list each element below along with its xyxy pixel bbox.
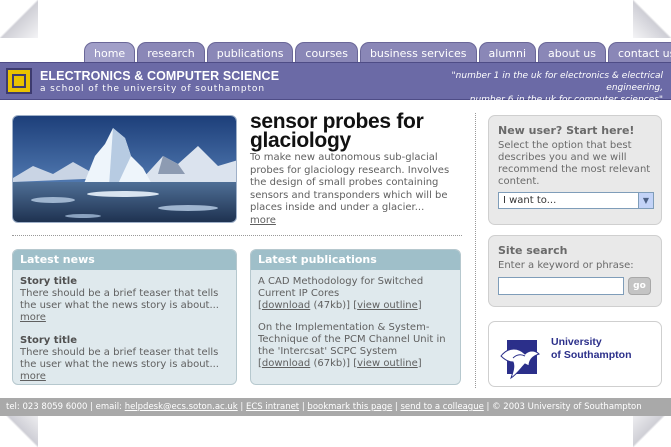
publication-outline-link[interactable]: view outline xyxy=(357,358,418,369)
chevron-down-icon[interactable]: ▼ xyxy=(638,193,653,208)
publication-title: A CAD Methodology for Switched Current I… xyxy=(258,276,424,299)
site-subtitle: a school of the university of southampto… xyxy=(40,84,265,94)
footer-copyright: © 2003 University of Southampton xyxy=(492,402,642,412)
search-go-button[interactable]: go xyxy=(628,277,651,295)
page-curl-top-right xyxy=(633,0,671,38)
latest-news-heading: Latest news xyxy=(13,250,236,270)
publication-outline-link[interactable]: view outline xyxy=(357,300,418,311)
main-nav: home research publications courses busin… xyxy=(84,42,671,63)
news-item-title[interactable]: Story title xyxy=(20,276,229,288)
footer-intranet-link[interactable]: ECS intranet xyxy=(246,402,299,412)
latest-publications-panel: Latest publications A CAD Methodology fo… xyxy=(250,249,461,385)
search-input[interactable] xyxy=(498,277,624,295)
site-header: ELECTRONICS & COMPUTER SCIENCE a school … xyxy=(0,62,671,105)
tab-contact-us[interactable]: contact us xyxy=(607,42,671,63)
footer-email-link[interactable]: helpdesk@ecs.soton.ac.uk xyxy=(125,402,238,412)
feature-summary-text: To make new autonomous sub-glacial probe… xyxy=(250,152,450,214)
latest-publications-heading: Latest publications xyxy=(251,250,460,270)
tab-business-services[interactable]: business services xyxy=(359,42,477,63)
audience-select-value: I want to... xyxy=(503,195,557,206)
tab-alumni[interactable]: alumni xyxy=(478,42,537,63)
latest-news-panel: Latest news Story title There should be … xyxy=(12,249,237,385)
divider-vertical xyxy=(475,113,476,388)
tab-courses[interactable]: courses xyxy=(295,42,358,63)
footer-email-label: email: xyxy=(95,402,122,412)
news-item: Story title There should be a brief teas… xyxy=(20,335,229,383)
publication-size: (47kb) xyxy=(313,300,347,311)
new-user-heading: New user? Start here! xyxy=(498,124,635,137)
tab-home[interactable]: home xyxy=(84,42,136,63)
university-name-line-1: University xyxy=(551,336,602,348)
ranking-quote-line-1: "number 1 in the uk for electronics & el… xyxy=(451,71,663,93)
university-name: University of Southampton xyxy=(551,336,631,362)
feature-image-glacier[interactable] xyxy=(12,115,237,223)
news-item: Story title There should be a brief teas… xyxy=(20,276,229,324)
publication-size: (67kb) xyxy=(313,358,347,369)
feature-summary: To make new autonomous sub-glacial probe… xyxy=(250,152,458,228)
footer-bookmark-link[interactable]: bookmark this page xyxy=(307,402,392,412)
publication-item: On the Implementation & System-Technique… xyxy=(258,322,453,370)
publication-item: A CAD Methodology for Switched Current I… xyxy=(258,276,453,312)
publication-title: On the Implementation & System-Technique… xyxy=(258,322,446,357)
feature-more-link[interactable]: more xyxy=(250,215,276,226)
site-search-heading: Site search xyxy=(498,244,568,257)
page-curl-top-left xyxy=(0,0,38,38)
publication-download-link[interactable]: download xyxy=(262,358,310,369)
news-item-teaser: There should be a brief teaser that tell… xyxy=(20,347,219,370)
ecs-logo-icon[interactable] xyxy=(6,68,32,94)
site-title: ELECTRONICS & COMPUTER SCIENCE xyxy=(40,69,280,83)
new-user-panel: New user? Start here! Select the option … xyxy=(488,115,662,225)
news-item-title[interactable]: Story title xyxy=(20,335,229,347)
new-user-text: Select the option that best describes yo… xyxy=(498,140,651,187)
feature-title[interactable]: sensor probes for glaciology xyxy=(250,111,460,151)
divider-horizontal xyxy=(12,235,462,236)
site-footer: tel: 023 8059 6000 | email: helpdesk@ecs… xyxy=(0,398,671,416)
audience-select[interactable]: I want to... ▼ xyxy=(498,192,654,209)
university-name-line-2: of Southampton xyxy=(551,349,632,361)
tab-about-us[interactable]: about us xyxy=(538,42,606,63)
ranking-quote-line-2: number 6 in the uk for computer sciences… xyxy=(469,95,663,105)
tab-publications[interactable]: publications xyxy=(206,42,294,63)
news-item-teaser: There should be a brief teaser that tell… xyxy=(20,288,219,311)
site-search-panel: Site search Enter a keyword or phrase: g… xyxy=(488,235,662,307)
university-logo-panel[interactable]: University of Southampton xyxy=(488,321,662,387)
footer-telephone: tel: 023 8059 6000 xyxy=(6,402,88,412)
university-crest-icon xyxy=(500,340,540,380)
tab-research[interactable]: research xyxy=(137,42,205,63)
site-search-prompt: Enter a keyword or phrase: xyxy=(498,260,634,271)
news-item-more-link[interactable]: more xyxy=(20,312,229,324)
footer-send-link[interactable]: send to a colleague xyxy=(400,402,483,412)
news-item-more-link[interactable]: more xyxy=(20,371,229,383)
publication-download-link[interactable]: download xyxy=(262,300,310,311)
ranking-quote: "number 1 in the uk for electronics & el… xyxy=(403,70,663,106)
